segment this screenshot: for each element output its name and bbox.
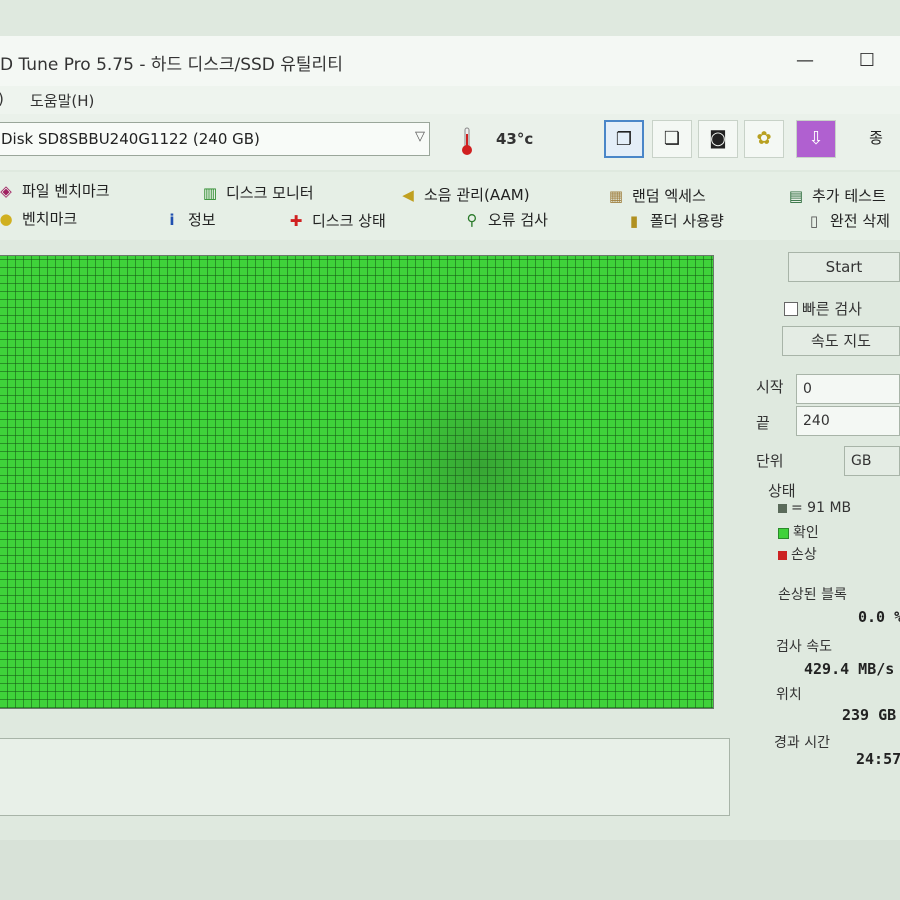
tab-label: 디스크 모니터 bbox=[226, 184, 314, 202]
magnifier-icon: ⚲ bbox=[466, 211, 478, 229]
tab-aam[interactable]: ◀ 소음 관리(AAM) bbox=[398, 184, 530, 205]
tab-secure-erase[interactable]: ▯ 완전 삭제 bbox=[804, 210, 890, 231]
scan-speed-label: 검사 속도 bbox=[776, 639, 832, 655]
screenshot-button[interactable]: ◙ bbox=[698, 120, 738, 158]
copy-all-icon: ❏ bbox=[663, 128, 681, 149]
minimize-button[interactable]: — bbox=[790, 46, 820, 76]
exit-button[interactable]: ⇩ bbox=[796, 120, 836, 158]
drive-select-value: Disk SD8SBBU240G1122 (240 GB) bbox=[1, 130, 260, 148]
toolbar: Disk SD8SBBU240G1122 (240 GB) ▽ 43°c ❐ ❏… bbox=[0, 114, 900, 170]
tab-error-scan[interactable]: ⚲ 오류 검사 bbox=[462, 209, 548, 230]
tab-label: 완전 삭제 bbox=[830, 212, 890, 230]
file-benchmark-icon: ◈ bbox=[0, 182, 12, 200]
legend-damaged-text: 손상 bbox=[791, 547, 817, 563]
close-button-label: 종 bbox=[869, 129, 883, 147]
folder-icon: ▮ bbox=[629, 212, 639, 230]
tab-random-access[interactable]: ▦ 랜덤 엑세스 bbox=[606, 185, 706, 206]
drive-select[interactable]: Disk SD8SBBU240G1122 (240 GB) ▽ bbox=[0, 122, 430, 156]
start-label: 시작 bbox=[756, 378, 784, 396]
copy-icon: ❐ bbox=[615, 129, 633, 150]
tab-file-benchmark[interactable]: ◈ 파일 벤치마크 bbox=[0, 180, 110, 201]
legend-ok-text: 확인 bbox=[793, 525, 819, 541]
position-label: 위치 bbox=[776, 687, 802, 703]
tab-label: 디스크 상태 bbox=[312, 212, 386, 230]
tab-info[interactable]: i 정보 bbox=[162, 209, 216, 230]
menu-bar: ) 도움말(H) bbox=[0, 86, 900, 114]
menu-item-help[interactable]: 도움말(H) bbox=[30, 90, 94, 111]
tab-label: 오류 검사 bbox=[488, 211, 548, 229]
error-scan-block-map bbox=[0, 255, 714, 709]
legend-block-size: = 91 MB bbox=[778, 500, 851, 516]
close-button[interactable]: 종 bbox=[856, 120, 896, 158]
damaged-swatch bbox=[778, 550, 787, 560]
tab-label: 파일 벤치마크 bbox=[22, 182, 110, 200]
temperature-readout: 43°c bbox=[496, 130, 534, 148]
maximize-button[interactable]: ☐ bbox=[852, 46, 882, 76]
tab-benchmark[interactable]: ● 벤치마크 bbox=[0, 208, 77, 229]
info-icon: i bbox=[169, 211, 175, 229]
ok-swatch bbox=[778, 527, 789, 539]
tab-label: 소음 관리(AAM) bbox=[424, 186, 530, 204]
elapsed-value: 24:57 bbox=[856, 750, 900, 768]
damaged-blocks-label: 손상된 블록 bbox=[778, 587, 847, 603]
tab-disk-monitor[interactable]: ▥ 디스크 모니터 bbox=[200, 182, 314, 203]
copy-info-button[interactable]: ❐ bbox=[604, 120, 644, 158]
tab-label: 추가 테스트 bbox=[812, 187, 886, 205]
tab-folder-usage[interactable]: ▮ 폴더 사용량 bbox=[624, 210, 724, 231]
damaged-blocks-value: 0.0 % bbox=[858, 608, 900, 626]
unit-select[interactable]: GB bbox=[844, 446, 900, 476]
tab-label: 정보 bbox=[188, 211, 216, 229]
end-label: 끝 bbox=[756, 414, 770, 432]
scan-log bbox=[0, 738, 730, 816]
lightbulb-icon: ● bbox=[0, 210, 13, 228]
start-field[interactable]: 0 bbox=[796, 374, 900, 404]
chevron-down-icon: ▽ bbox=[415, 129, 425, 144]
scan-control-panel: Start 빠른 검사 속도 지도 시작 0 끝 240 단위 GB 상태 = … bbox=[756, 244, 900, 844]
speed-map-button[interactable]: 속도 지도 bbox=[782, 326, 900, 356]
grid-moire bbox=[379, 366, 579, 566]
camera-icon: ◙ bbox=[709, 128, 727, 149]
speaker-icon: ◀ bbox=[402, 186, 414, 204]
quick-scan-label: 빠른 검사 bbox=[802, 300, 862, 318]
options-button[interactable]: ✿ bbox=[744, 120, 784, 158]
settings-icon: ✿ bbox=[756, 128, 772, 149]
random-access-icon: ▦ bbox=[608, 187, 624, 205]
window-bottom-edge bbox=[0, 840, 900, 900]
tab-label: 랜덤 엑세스 bbox=[632, 187, 706, 205]
thermometer-icon bbox=[462, 127, 472, 155]
legend-damaged: 손상 bbox=[778, 544, 817, 564]
end-field[interactable]: 240 bbox=[796, 406, 900, 436]
tab-label: 벤치마크 bbox=[22, 210, 78, 228]
tab-extra-tests[interactable]: ▤ 추가 테스트 bbox=[786, 185, 886, 206]
feature-tabs: ◈ 파일 벤치마크 ▥ 디스크 모니터 ◀ 소음 관리(AAM) ▦ 랜덤 엑세스 ▤ 추… bbox=[0, 172, 900, 240]
block-unit-swatch bbox=[778, 503, 787, 513]
monitor-chart-icon: ▥ bbox=[202, 184, 218, 202]
tab-label: 폴더 사용량 bbox=[650, 212, 724, 230]
tab-health[interactable]: ✚ 디스크 상태 bbox=[286, 210, 386, 231]
start-button[interactable]: Start bbox=[788, 252, 900, 282]
window-title: D Tune Pro 5.75 - 하드 디스크/SSD 유틸리티 bbox=[0, 55, 343, 75]
status-label: 상태 bbox=[768, 482, 796, 500]
trash-icon: ▯ bbox=[809, 212, 819, 230]
title-bar: D Tune Pro 5.75 - 하드 디스크/SSD 유틸리티 — ☐ bbox=[0, 36, 900, 87]
scan-speed-value: 429.4 MB/s bbox=[804, 660, 895, 678]
copy-all-button[interactable]: ❏ bbox=[652, 120, 692, 158]
menu-item-partial[interactable]: ) bbox=[0, 90, 4, 108]
health-cross-icon: ✚ bbox=[289, 212, 303, 230]
legend-ok: 확인 bbox=[778, 522, 819, 542]
download-arrow-icon: ⇩ bbox=[808, 128, 824, 149]
elapsed-label: 경과 시간 bbox=[774, 735, 830, 751]
quick-scan-checkbox[interactable] bbox=[784, 302, 798, 316]
extra-tests-icon: ▤ bbox=[788, 187, 804, 205]
position-value: 239 GB bbox=[842, 706, 897, 724]
legend-block-size-text: = 91 MB bbox=[791, 500, 852, 516]
unit-label: 단위 bbox=[756, 452, 784, 470]
